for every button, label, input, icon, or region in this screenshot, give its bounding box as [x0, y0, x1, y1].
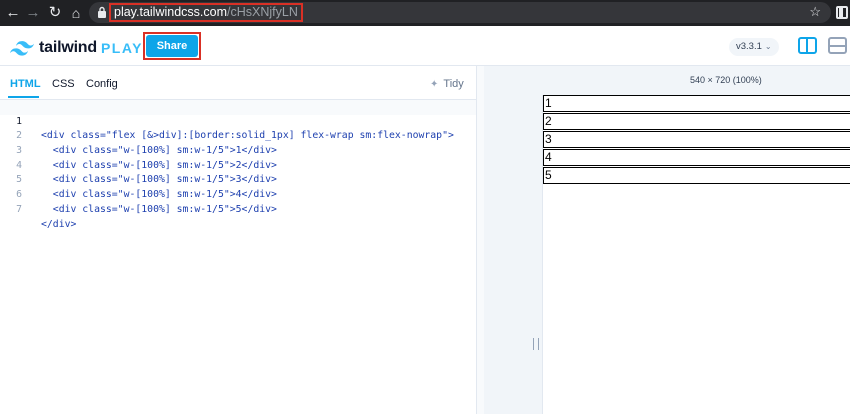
preview-box: 3: [543, 131, 850, 148]
tab-html[interactable]: HTML: [10, 78, 41, 90]
code-line[interactable]: 2 <div class="w-[100%] sm:w-1/5">1</div>: [0, 115, 476, 156]
url-path: /cHsXNjfyLN: [227, 5, 298, 19]
address-bar[interactable]: play.tailwindcss.com/cHsXNjfyLN ☆: [89, 2, 831, 23]
app-header: tailwind PLAY Share v3.3.1 ⌄: [0, 26, 850, 66]
code-line[interactable]: 5 <div class="w-[100%] sm:w-1/5">4</div>: [0, 159, 476, 200]
code-line[interactable]: 7 </div>: [0, 188, 476, 230]
pane-resizer[interactable]: [476, 66, 484, 414]
tab-config[interactable]: Config: [86, 78, 118, 90]
lock-icon: [98, 6, 106, 18]
logo-wordmark: tailwind: [39, 39, 97, 56]
line-number: 7: [16, 203, 22, 215]
browser-toolbar: ← → ↻ ⌂ play.tailwindcss.com/cHsXNjfyLN …: [0, 0, 850, 26]
forward-icon[interactable]: →: [24, 4, 42, 22]
preview-size-label: 540 × 720 (100%): [690, 75, 762, 85]
tidy-label: Tidy: [443, 78, 464, 90]
url-host: play.tailwindcss.com: [114, 5, 228, 19]
tailwind-play-logo[interactable]: tailwind PLAY: [10, 39, 144, 56]
editor-pane: HTML CSS Config ✦ Tidy 1 <div class="flex…: [0, 66, 476, 414]
back-icon[interactable]: ←: [4, 4, 22, 22]
tailwind-logo-icon: [10, 40, 34, 56]
sparkle-icon: ✦: [430, 79, 439, 90]
preview-box: 4: [543, 149, 850, 166]
chevron-down-icon: ⌄: [764, 42, 772, 51]
code-line[interactable]: 6 <div class="w-[100%] sm:w-1/5">5</div>: [0, 173, 476, 215]
horizontal-split-layout-icon[interactable]: [828, 37, 847, 54]
version-label: v3.3.1: [736, 41, 762, 52]
version-select[interactable]: v3.3.1 ⌄: [729, 38, 779, 56]
reload-icon[interactable]: ↻: [46, 4, 64, 22]
logo-play-label: PLAY: [100, 40, 144, 56]
extensions-icon[interactable]: [836, 6, 848, 19]
home-icon[interactable]: ⌂: [67, 4, 85, 22]
code-editor[interactable]: 1 <div class="flex [&>div]:[border:solid…: [0, 100, 476, 230]
line-code: <div class="w-[100%] sm:w-1/5">5</div>: [41, 203, 277, 215]
url-text[interactable]: play.tailwindcss.com/cHsXNjfyLN: [109, 3, 303, 22]
tab-css[interactable]: CSS: [52, 78, 75, 90]
line-code: </div>: [41, 218, 77, 230]
tidy-button[interactable]: ✦ Tidy: [430, 78, 464, 90]
preview-box: 5: [543, 167, 850, 184]
code-line[interactable]: 3 <div class="w-[100%] sm:w-1/5">2</div>: [0, 129, 476, 171]
preview-box: 1: [543, 95, 850, 112]
preview-frame[interactable]: 1 2 3 4 5: [542, 95, 850, 414]
vertical-split-layout-icon[interactable]: [798, 37, 817, 54]
code-line[interactable]: 4 <div class="w-[100%] sm:w-1/5">3</div>: [0, 144, 476, 186]
code-line[interactable]: 1 <div class="flex [&>div]:[border:solid…: [0, 100, 476, 141]
active-tab-indicator: [8, 96, 39, 98]
preview-resize-handle[interactable]: [533, 338, 539, 350]
star-icon[interactable]: ☆: [809, 4, 821, 20]
share-button[interactable]: Share: [146, 35, 198, 57]
preview-box: 2: [543, 113, 850, 130]
